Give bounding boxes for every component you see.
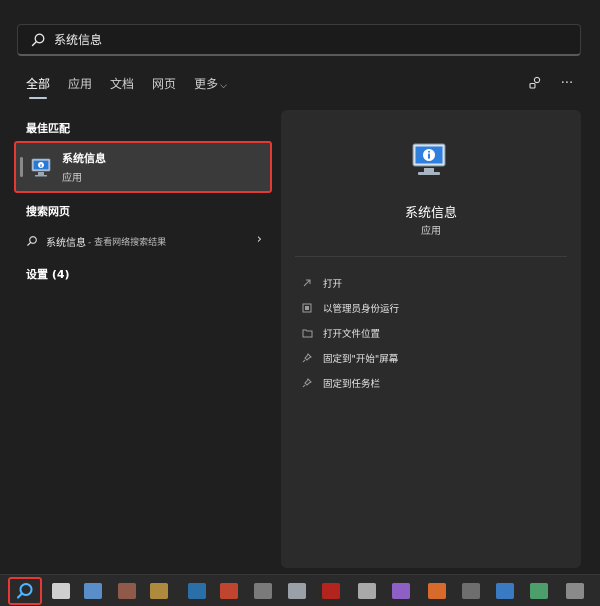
- tab-more[interactable]: 更多 ⌵: [194, 75, 227, 92]
- search-icon: [16, 583, 33, 599]
- tab-more-label: 更多: [194, 76, 219, 91]
- system-information-icon: [412, 143, 446, 175]
- pin-icon: [301, 352, 313, 364]
- settings-heading[interactable]: 设置 (4): [26, 266, 70, 282]
- tab-apps[interactable]: 应用: [68, 75, 92, 92]
- action-label: 固定到任务栏: [323, 378, 381, 390]
- best-match-type: 应用: [62, 173, 82, 184]
- search-query: 系统信息: [54, 33, 103, 47]
- search-input[interactable]: 系统信息: [17, 24, 581, 56]
- action-run-as-admin[interactable]: 以管理员身份运行: [301, 295, 399, 320]
- folder-icon: [301, 327, 313, 339]
- web-search-suffix: - 查看网络搜索结果: [88, 237, 167, 248]
- divider: [295, 256, 567, 257]
- system-information-icon: [31, 158, 51, 177]
- action-label: 打开: [323, 278, 343, 290]
- action-label: 以管理员身份运行: [323, 303, 400, 315]
- filter-tabs: 全部 应用 文档 网页 更多 ⌵: [26, 72, 227, 99]
- taskbar-app-icon[interactable]: [84, 583, 102, 599]
- detail-panel: 系统信息 应用 打开 以管理员身份运行 打开文件位置 固定到"开始"屏幕 固定到…: [281, 110, 581, 568]
- action-open[interactable]: 打开: [301, 270, 399, 295]
- tab-web[interactable]: 网页: [152, 75, 176, 92]
- taskbar-app-icon[interactable]: [530, 583, 548, 599]
- search-icon: [27, 236, 37, 246]
- detail-title: 系统信息: [404, 206, 457, 221]
- admin-icon: [301, 302, 313, 314]
- share-connections-icon[interactable]: [528, 76, 542, 90]
- detail-subtitle: 应用: [421, 226, 441, 237]
- action-pin-to-taskbar[interactable]: 固定到任务栏: [301, 370, 399, 395]
- best-match-result[interactable]: 系统信息 应用: [14, 141, 272, 193]
- taskbar-app-icon[interactable]: [150, 583, 168, 599]
- best-match-heading: 最佳匹配: [26, 122, 70, 135]
- tab-all[interactable]: 全部: [26, 75, 50, 99]
- web-search-result[interactable]: 系统信息 - 查看网络搜索结果 ›: [26, 232, 266, 250]
- action-open-file-location[interactable]: 打开文件位置: [301, 320, 399, 345]
- taskbar-app-icon[interactable]: [52, 583, 70, 599]
- tab-documents[interactable]: 文档: [110, 75, 134, 92]
- selection-indicator: [20, 157, 23, 177]
- action-pin-to-start[interactable]: 固定到"开始"屏幕: [301, 345, 399, 370]
- top-right-actions: ···: [528, 72, 574, 94]
- pin-icon: [301, 377, 313, 389]
- taskbar-app-icon[interactable]: [254, 583, 272, 599]
- taskbar-app-icon[interactable]: [462, 583, 480, 599]
- taskbar-app-icon[interactable]: [188, 583, 206, 599]
- taskbar-app-icon[interactable]: [428, 583, 446, 599]
- chevron-down-icon: ⌵: [220, 80, 227, 91]
- chevron-right-icon[interactable]: ›: [257, 232, 262, 247]
- taskbar-app-icon[interactable]: [322, 583, 340, 599]
- taskbar-app-icon[interactable]: [288, 583, 306, 599]
- taskbar-app-icon[interactable]: [566, 583, 584, 599]
- open-icon: [301, 277, 313, 289]
- taskbar-app-icon[interactable]: [118, 583, 136, 599]
- taskbar-app-icon[interactable]: [496, 583, 514, 599]
- best-match-name: 系统信息: [62, 152, 106, 165]
- taskbar-app-icon[interactable]: [220, 583, 238, 599]
- more-options-icon[interactable]: ···: [560, 76, 574, 91]
- taskbar-app-icon[interactable]: [392, 583, 410, 599]
- action-label: 固定到"开始"屏幕: [323, 353, 399, 365]
- web-search-query: 系统信息: [46, 237, 86, 249]
- taskbar-search-button[interactable]: [8, 577, 42, 605]
- search-icon: [31, 33, 45, 46]
- taskbar: [0, 574, 600, 606]
- taskbar-app-icon[interactable]: [358, 583, 376, 599]
- action-list: 打开 以管理员身份运行 打开文件位置 固定到"开始"屏幕 固定到任务栏: [301, 270, 399, 395]
- action-label: 打开文件位置: [323, 328, 381, 340]
- web-search-heading: 搜索网页: [26, 205, 70, 218]
